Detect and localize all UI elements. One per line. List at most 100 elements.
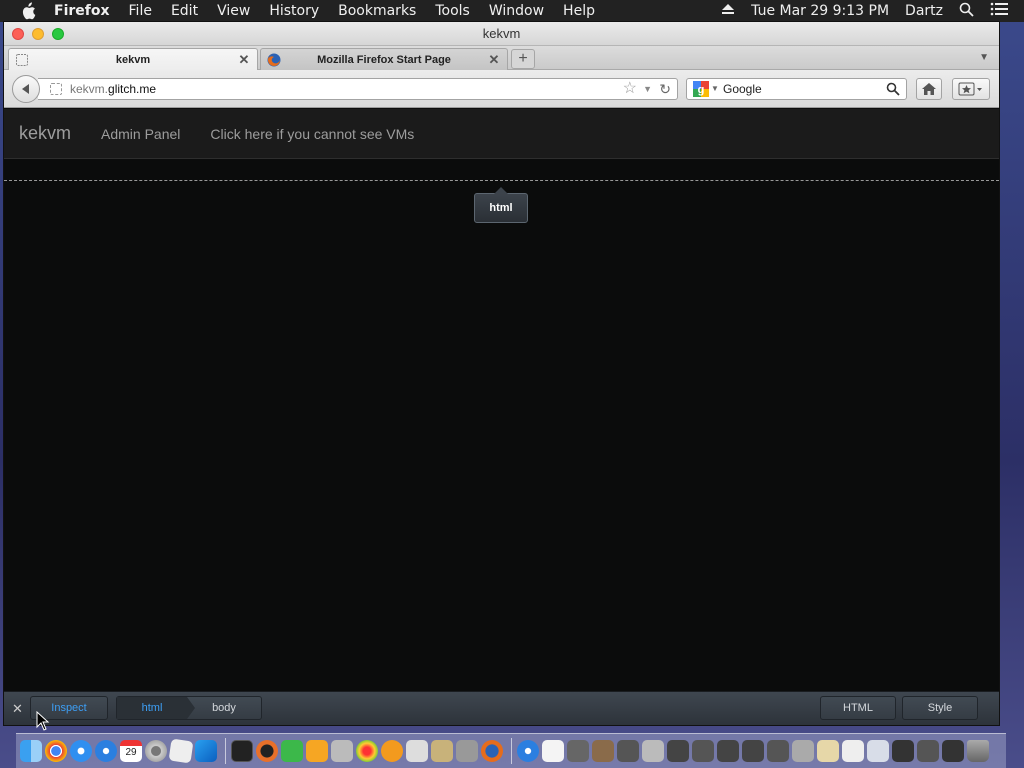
breadcrumb-body[interactable]: body [187, 697, 261, 719]
menu-history[interactable]: History [269, 3, 319, 19]
search-bar[interactable]: g ▼ Google [686, 78, 907, 100]
photos-icon[interactable] [168, 738, 194, 764]
folder-icon[interactable] [792, 740, 814, 762]
menu-edit[interactable]: Edit [171, 3, 198, 19]
tab-strip: kekvm ✕ Mozilla Firefox Start Page ✕ + ▼ [4, 46, 999, 70]
menu-file[interactable]: File [129, 3, 152, 19]
folder-icon[interactable] [742, 740, 764, 762]
site-brand[interactable]: kekvm [19, 123, 71, 144]
apple-icon[interactable] [20, 2, 38, 20]
breadcrumb-html[interactable]: html [117, 697, 195, 719]
automator-icon[interactable] [331, 740, 353, 762]
archive-icon[interactable] [431, 740, 453, 762]
tab-list-dropdown-icon[interactable]: ▼ [979, 52, 989, 63]
minimize-window-button[interactable] [32, 28, 44, 40]
search-engine-dropdown-icon[interactable]: ▼ [711, 79, 719, 99]
notification-center-icon[interactable] [990, 2, 1008, 20]
window-titlebar[interactable]: kekvm [4, 22, 999, 46]
downloads-icon[interactable] [592, 740, 614, 762]
close-tab-icon[interactable]: ✕ [237, 52, 251, 68]
cannot-see-vms-link[interactable]: Click here if you cannot see VMs [210, 126, 414, 142]
trash-icon[interactable] [967, 740, 989, 762]
close-inspector-icon[interactable]: ✕ [12, 701, 23, 717]
site-identity-icon[interactable] [50, 83, 62, 95]
new-tab-button[interactable]: + [511, 49, 535, 69]
url-bar[interactable]: kekvm.glitch.me ☆ ▼ ↻ [38, 78, 678, 100]
calendar-icon[interactable]: 29 [120, 740, 142, 762]
tab-kekvm[interactable]: kekvm ✕ [8, 48, 258, 70]
menu-help[interactable]: Help [563, 3, 595, 19]
spotlight-search-icon[interactable] [959, 2, 974, 21]
facetime-icon[interactable] [281, 740, 303, 762]
safari-icon[interactable] [70, 740, 92, 762]
app-store-icon[interactable] [95, 740, 117, 762]
firefox-dock-icon[interactable] [481, 740, 503, 762]
folder-icon[interactable] [842, 740, 864, 762]
navigation-toolbar: kekvm.glitch.me ☆ ▼ ↻ g ▼ Google [4, 70, 999, 108]
inspector-node-tooltip: html [474, 187, 528, 223]
documents-icon[interactable] [567, 740, 589, 762]
disk-utility-icon[interactable] [456, 740, 478, 762]
folder-icon[interactable] [892, 740, 914, 762]
chrome-icon[interactable] [45, 740, 67, 762]
home-button[interactable] [916, 78, 942, 100]
launchpad-icon[interactable] [517, 740, 539, 762]
menu-app-firefox[interactable]: Firefox [54, 3, 110, 19]
admin-panel-link[interactable]: Admin Panel [101, 126, 180, 142]
menubar-user[interactable]: Dartz [905, 3, 943, 19]
finder-icon[interactable] [20, 740, 42, 762]
window-controls [12, 28, 72, 40]
terminal-icon[interactable] [231, 740, 253, 762]
browser-window: kekvm kekvm ✕ Mozilla Firefox Start Page… [4, 22, 999, 725]
page-content: kekvm Admin Panel Click here if you cann… [4, 109, 999, 691]
url-host: glitch.me [108, 82, 157, 96]
close-tab-icon[interactable]: ✕ [487, 52, 501, 68]
menu-window[interactable]: Window [489, 3, 544, 19]
inspected-element-outline [4, 180, 999, 181]
style-panel-button[interactable]: Style [902, 696, 978, 720]
windows-icon[interactable] [195, 740, 217, 762]
search-icon[interactable] [886, 82, 900, 96]
instruments-icon[interactable] [406, 740, 428, 762]
ibooks-icon[interactable] [381, 740, 403, 762]
history-dropdown-icon[interactable]: ▼ [643, 79, 652, 99]
folder-icon[interactable] [692, 740, 714, 762]
activity-monitor-icon[interactable] [256, 740, 278, 762]
home-app-icon[interactable] [306, 740, 328, 762]
menu-view[interactable]: View [217, 3, 250, 19]
url-subdomain: kekvm. [70, 82, 109, 96]
back-arrow-icon [22, 84, 29, 94]
tab-label: Mozilla Firefox Start Page [317, 53, 451, 66]
close-window-button[interactable] [12, 28, 24, 40]
preview-icon[interactable] [542, 740, 564, 762]
reload-icon[interactable]: ↻ [659, 79, 671, 99]
tab-firefox-start-page[interactable]: Mozilla Firefox Start Page ✕ [260, 48, 508, 70]
url-text[interactable]: kekvm.glitch.me [70, 79, 156, 99]
menubar-clock[interactable]: Tue Mar 29 9:13 PM [751, 3, 889, 19]
folder-icon[interactable] [917, 740, 939, 762]
back-button[interactable] [12, 75, 40, 103]
folder-icon[interactable] [942, 740, 964, 762]
bookmarks-menu-button[interactable] [952, 78, 990, 100]
folder-icon[interactable] [667, 740, 689, 762]
dock-separator [225, 738, 226, 764]
bookmarks-icon [958, 82, 982, 96]
folder-icon[interactable] [767, 740, 789, 762]
folder-icon[interactable] [717, 740, 739, 762]
folder-icon[interactable] [642, 740, 664, 762]
system-preferences-icon[interactable] [145, 740, 167, 762]
eject-icon[interactable] [721, 3, 735, 19]
menu-bookmarks[interactable]: Bookmarks [338, 3, 416, 19]
photo-booth-icon[interactable] [356, 740, 378, 762]
svg-text:g: g [698, 84, 705, 96]
site-navbar: kekvm Admin Panel Click here if you cann… [4, 109, 999, 159]
html-panel-button[interactable]: HTML [820, 696, 896, 720]
folder-icon[interactable] [617, 740, 639, 762]
mouse-cursor-icon [36, 711, 50, 731]
folder-icon[interactable] [867, 740, 889, 762]
zoom-window-button[interactable] [52, 28, 64, 40]
bookmark-star-icon[interactable]: ☆ [623, 79, 637, 99]
menu-tools[interactable]: Tools [435, 3, 470, 19]
folder-icon[interactable] [817, 740, 839, 762]
search-engine-placeholder[interactable]: Google [723, 79, 762, 99]
